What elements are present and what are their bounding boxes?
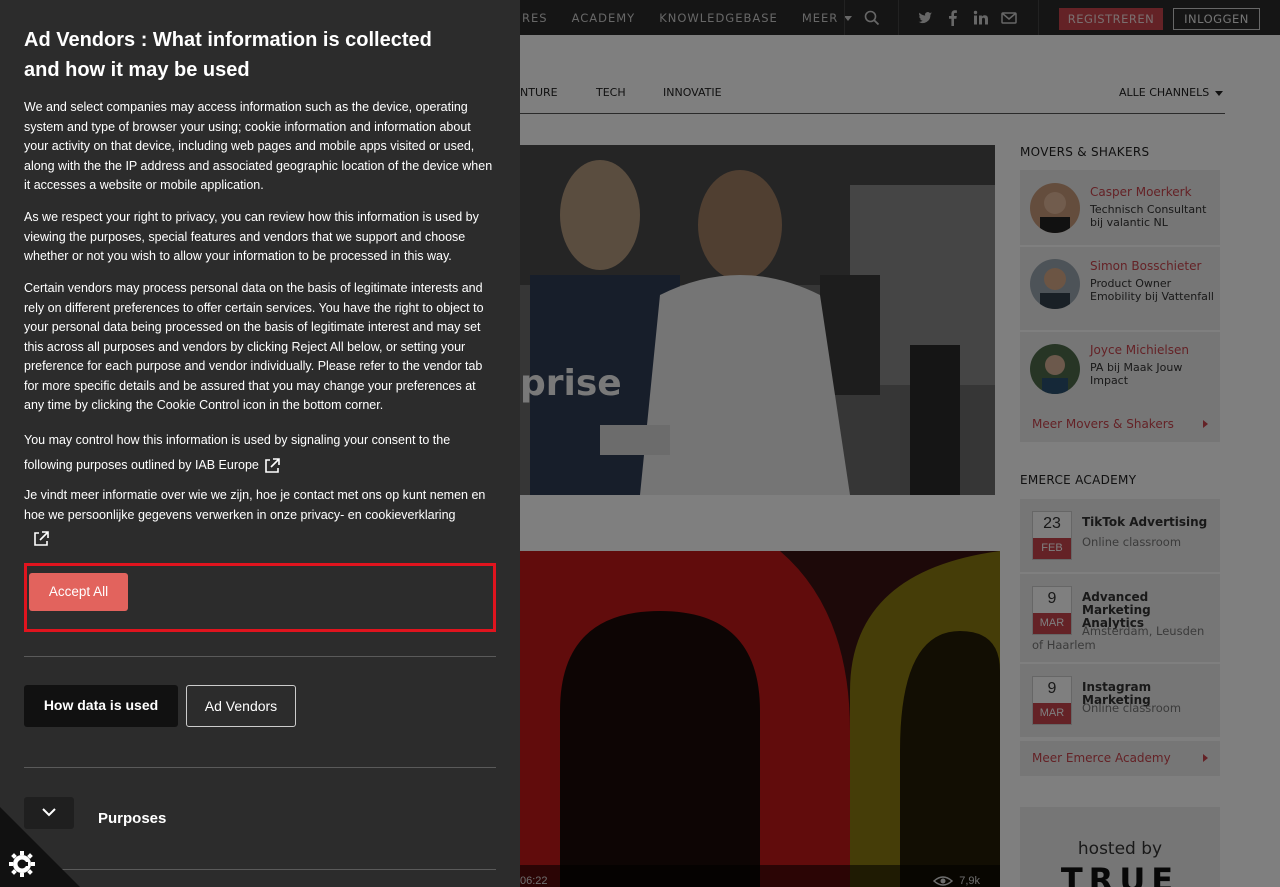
consent-paragraph: We and select companies may access infor… [24,100,493,192]
cookie-control-icon[interactable] [0,807,80,887]
accept-all-button[interactable]: Accept All [29,573,128,611]
consent-paragraph: Certain vendors may process personal dat… [24,281,484,412]
consent-paragraph-privacy: Je vindt meer informatie over wie we zij… [24,486,496,548]
tab-how-data-is-used[interactable]: How data is used [24,685,178,727]
external-link-icon[interactable] [32,530,50,548]
divider [24,869,496,870]
privacy-text: Je vindt meer informatie over wie we zij… [24,488,486,522]
purposes-label: Purposes [98,810,167,827]
divider [24,656,496,657]
external-link-icon[interactable] [263,457,281,475]
consent-title: Ad Vendors : What information is collect… [24,29,432,81]
divider [24,767,496,768]
consent-panel: Ad Vendors : What information is collect… [0,0,520,887]
iab-text: You may control how this information is … [24,433,451,472]
accept-highlight-box: Accept All [24,563,496,632]
consent-paragraph-iab: You may control how this information is … [24,428,496,478]
tab-ad-vendors[interactable]: Ad Vendors [186,685,296,727]
consent-paragraph: As we respect your right to privacy, you… [24,210,479,263]
